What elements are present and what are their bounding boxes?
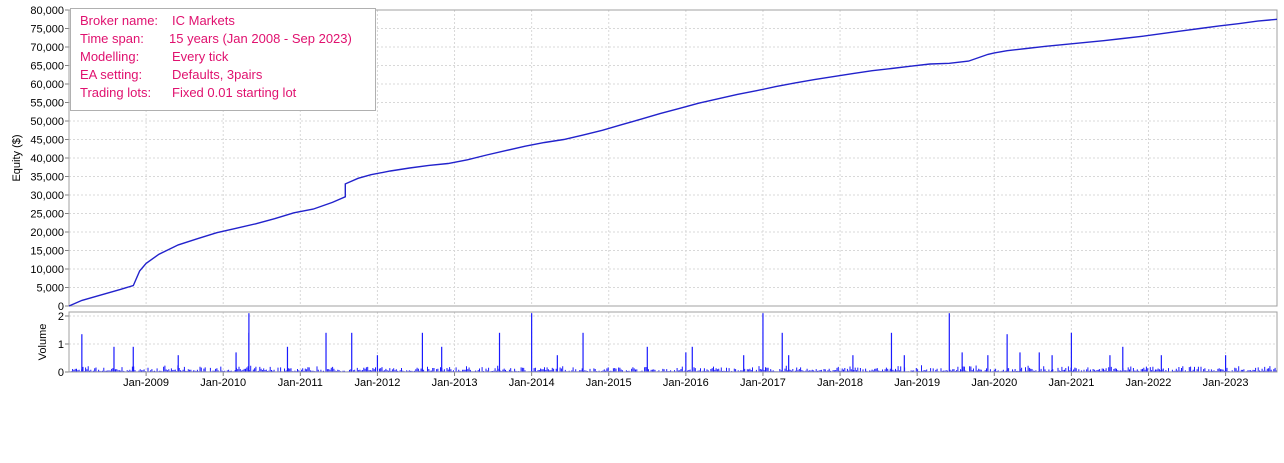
equity-y-tick-label: 65,000 [30, 61, 64, 73]
volume-y-tick-label: 0 [58, 367, 64, 379]
equity-y-tick-label: 30,000 [30, 190, 64, 202]
info-value: Defaults, 3pairs [172, 67, 263, 82]
equity-y-tick-label: 25,000 [30, 209, 64, 221]
x-tick-label: Jan-2020 [971, 377, 1017, 389]
x-tick-label: Jan-2015 [586, 377, 632, 389]
equity-y-tick-label: 15,000 [30, 246, 64, 258]
volume-plot-area [69, 312, 1277, 372]
volume-y-tick-label: 1 [58, 339, 64, 351]
info-label: Trading lots: [80, 85, 152, 100]
equity-y-tick-label: 60,000 [30, 79, 64, 91]
equity-chart: 0 5,000 10,000 15,000 20,000 25,000 30,000 35,0… [0, 0, 1284, 458]
volume-plot: Jan-2009 Jan-2010 Jan-2011 Jan-2012 Jan-2013… [37, 311, 1278, 389]
equity-y-tick-label: 55,000 [30, 98, 64, 110]
x-tick-label: Jan-2010 [200, 377, 246, 389]
x-tick-label: Jan-2016 [663, 377, 709, 389]
equity-y-tick-label: 45,000 [30, 135, 64, 147]
info-value: IC Markets [172, 13, 235, 28]
equity-y-tick-label: 75,000 [30, 24, 64, 36]
x-tick-label: Jan-2019 [894, 377, 940, 389]
x-tick-label: Jan-2009 [123, 377, 169, 389]
equity-y-axis-label: Equity ($) [11, 134, 23, 181]
equity-y-tick-label: 50,000 [30, 116, 64, 128]
x-tick-label: Jan-2017 [740, 377, 786, 389]
info-value: Fixed 0.01 starting lot [172, 85, 297, 100]
x-tick-label: Jan-2023 [1203, 377, 1249, 389]
equity-y-tick-label: 35,000 [30, 172, 64, 184]
equity-y-tick-label: 80,000 [30, 5, 64, 17]
info-value: 15 years (Jan 2008 - Sep 2023) [169, 31, 352, 46]
volume-y-tick-label: 2 [58, 311, 64, 323]
volume-y-axis-label: Volume [37, 324, 49, 361]
info-label: Broker name: [80, 13, 159, 28]
backtest-info-box: Broker name: IC Markets Time span: 15 ye… [70, 8, 376, 111]
x-tick-label: Jan-2011 [278, 377, 323, 389]
info-value: Every tick [172, 49, 229, 64]
x-tick-label: Jan-2012 [354, 377, 400, 389]
info-label: Modelling: [80, 49, 140, 64]
x-tick-label: Jan-2013 [432, 377, 478, 389]
equity-y-tick-label: 20,000 [30, 227, 64, 239]
x-tick-label: Jan-2021 [1048, 377, 1094, 389]
equity-y-tick-label: 40,000 [30, 153, 64, 165]
x-tick-label: Jan-2014 [509, 377, 555, 389]
equity-y-tick-label: 70,000 [30, 42, 64, 54]
x-tick-label: Jan-2022 [1126, 377, 1172, 389]
equity-y-tick-label: 10,000 [30, 264, 64, 276]
equity-y-tick-label: 5,000 [36, 283, 64, 295]
info-label: Time span: [80, 31, 144, 46]
info-label: EA setting: [80, 67, 143, 82]
x-tick-label: Jan-2018 [817, 377, 863, 389]
